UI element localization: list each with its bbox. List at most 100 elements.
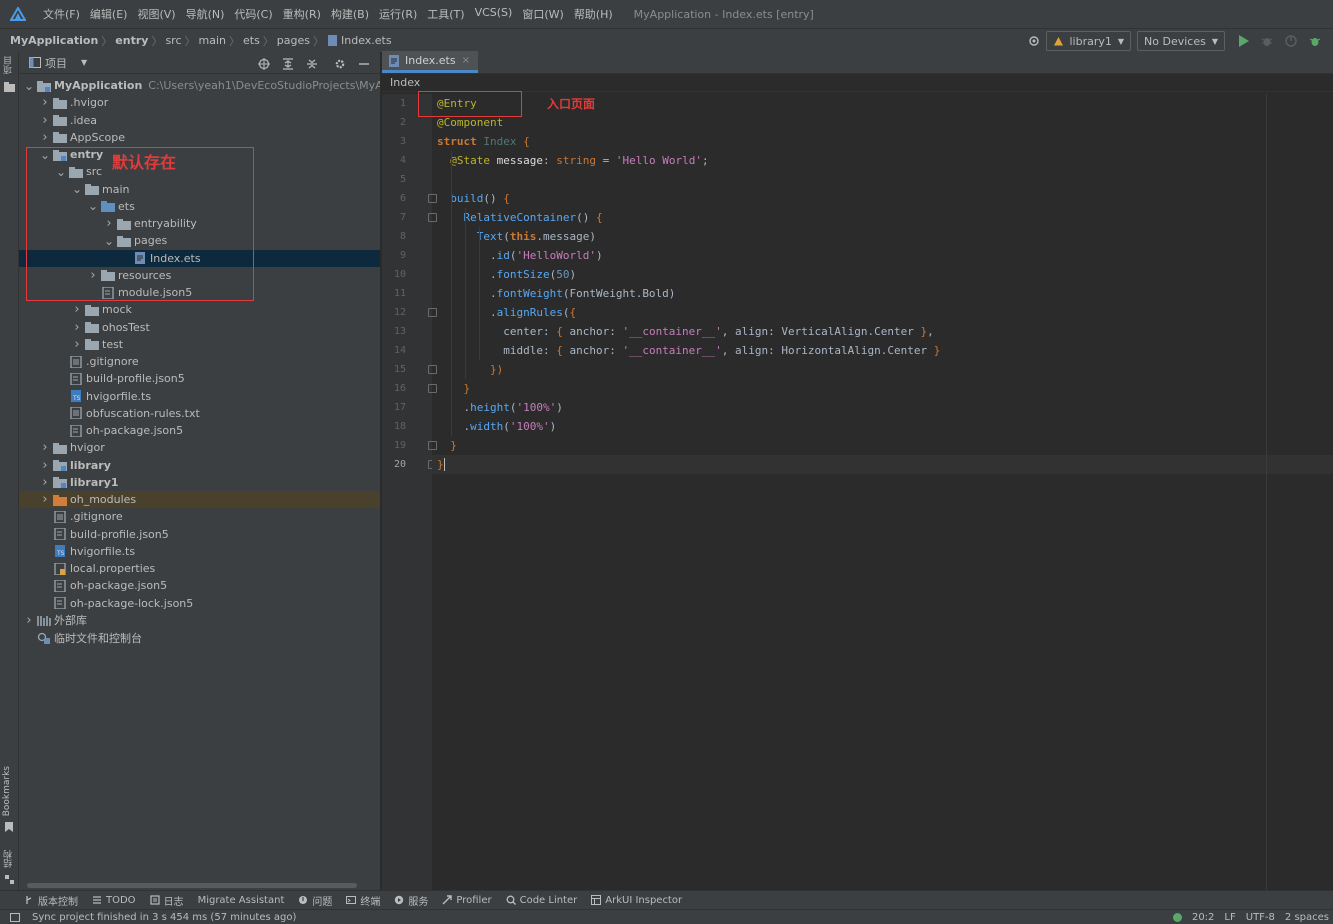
breadcrumb-item[interactable]: MyApplication (10, 34, 98, 47)
close-icon[interactable]: × (462, 55, 470, 66)
tree-item[interactable]: oh-package.json5 (19, 577, 380, 594)
code-line[interactable]: . height('100%') (432, 398, 1333, 417)
breadcrumb-item[interactable]: ets (243, 34, 260, 47)
tree-item[interactable]: › library1 (19, 474, 380, 491)
code-area[interactable]: @Entry @Component struct Index { @State me… (432, 94, 1333, 890)
breadcrumb-item[interactable]: main (199, 34, 226, 47)
tree-item[interactable]: .gitignore (19, 508, 380, 525)
profile-icon[interactable] (1281, 31, 1301, 51)
code-line[interactable]: center: { anchor: '__container__', align… (432, 322, 1333, 341)
code-line[interactable]: RelativeContainer() { (432, 208, 1333, 227)
bottom-tool-button[interactable]: Code Linter (506, 895, 577, 906)
toggle-panels-icon[interactable] (10, 913, 20, 922)
code-line[interactable]: build() { (432, 189, 1333, 208)
line-separator[interactable]: LF (1224, 912, 1235, 923)
breadcrumb-item[interactable]: entry (115, 34, 148, 47)
attach-debugger-icon[interactable] (1305, 31, 1325, 51)
file-encoding[interactable]: UTF-8 (1246, 912, 1275, 923)
tree-item[interactable]: oh-package.json5 (19, 422, 380, 439)
tree-item[interactable]: .gitignore (19, 353, 380, 370)
tree-item[interactable]: › AppScope (19, 129, 380, 146)
tree-item[interactable]: TS hvigorfile.ts (19, 543, 380, 560)
chevron-down-icon[interactable]: ▼ (81, 58, 87, 67)
menu-item[interactable]: 编辑(E) (85, 6, 133, 22)
collapse-all-icon[interactable] (302, 54, 322, 74)
tree-item[interactable]: local.properties (19, 560, 380, 577)
chevron-right-icon[interactable]: › (71, 337, 83, 352)
bottom-tool-button[interactable]: 终端 (346, 893, 380, 908)
code-line[interactable]: . fontWeight (FontWeight.Bold) (432, 284, 1333, 303)
gear-icon[interactable] (330, 54, 350, 74)
tree-item[interactable]: › mock (19, 301, 380, 318)
breadcrumb-item[interactable]: src (165, 34, 181, 47)
code-line[interactable]: } (432, 436, 1333, 455)
locate-icon[interactable] (1024, 31, 1044, 51)
chevron-right-icon[interactable]: › (23, 613, 35, 628)
device-selector[interactable]: No Devices ▼ (1137, 31, 1225, 51)
code-line[interactable]: . alignRules({ (432, 303, 1333, 322)
tree-item[interactable]: › test (19, 336, 380, 353)
menu-item[interactable]: 窗口(W) (517, 6, 568, 22)
breadcrumb-item[interactable]: pages (277, 34, 310, 47)
chevron-right-icon[interactable]: › (39, 475, 51, 490)
tree-item[interactable]: › library (19, 457, 380, 474)
tree-item[interactable]: › .hvigor (19, 94, 380, 111)
chevron-down-icon[interactable]: ⌄ (23, 80, 35, 92)
code-line[interactable]: } (432, 455, 1333, 474)
menu-item[interactable]: 导航(N) (181, 6, 230, 22)
hide-panel-icon[interactable] (354, 54, 374, 74)
chevron-right-icon[interactable]: › (39, 95, 51, 110)
menu-item[interactable]: 代码(C) (229, 6, 277, 22)
bottom-tool-button[interactable]: ArkUI Inspector (591, 895, 682, 906)
editor-breadcrumb-item[interactable]: Index (390, 76, 420, 89)
menu-item[interactable]: 重构(R) (278, 6, 326, 22)
structure-tool-tab[interactable]: 结构 (2, 850, 15, 868)
menu-item[interactable]: VCS(S) (470, 6, 518, 22)
tree-item[interactable]: build-profile.json5 (19, 526, 380, 543)
chevron-right-icon[interactable]: › (71, 320, 83, 335)
expand-all-icon[interactable] (278, 54, 298, 74)
editor-tab-index-ets[interactable]: Index.ets × (382, 51, 478, 73)
menu-item[interactable]: 文件(F) (38, 6, 85, 22)
bookmarks-tool-tab[interactable]: Bookmarks (2, 766, 12, 816)
tree-item[interactable]: › oh_modules (19, 491, 380, 508)
tree-item[interactable]: › hvigor (19, 439, 380, 456)
menu-item[interactable]: 视图(V) (132, 6, 180, 22)
chevron-right-icon[interactable]: › (39, 440, 51, 455)
code-line[interactable]: @Component (432, 113, 1333, 132)
chevron-right-icon[interactable]: › (39, 458, 51, 473)
indent-setting[interactable]: 2 spaces (1285, 912, 1329, 923)
code-line[interactable] (432, 170, 1333, 189)
select-opened-file-icon[interactable] (254, 54, 274, 74)
bottom-tool-button[interactable]: TODO (92, 895, 136, 906)
module-selector[interactable]: library1 ▼ (1046, 31, 1132, 51)
horizontal-scrollbar[interactable] (27, 883, 357, 888)
bottom-tool-button[interactable]: Migrate Assistant (198, 895, 285, 906)
tree-item[interactable]: oh-package-lock.json5 (19, 595, 380, 612)
bottom-tool-button[interactable]: 问题 (298, 893, 332, 908)
bottom-tool-button[interactable]: 版本控制 (24, 893, 78, 908)
project-tool-tab[interactable]: 项目 (2, 56, 15, 74)
tree-item[interactable]: › ohosTest (19, 319, 380, 336)
breadcrumb-item[interactable]: Index.ets (327, 34, 392, 47)
run-icon[interactable] (1233, 31, 1253, 51)
tree-item[interactable]: › 外部库 (19, 612, 380, 629)
code-line[interactable]: . fontSize(50) (432, 265, 1333, 284)
tree-item[interactable]: TS hvigorfile.ts (19, 388, 380, 405)
menu-item[interactable]: 帮助(H) (569, 6, 618, 22)
bottom-tool-button[interactable]: 服务 (394, 893, 428, 908)
tree-item[interactable]: › .idea (19, 112, 380, 129)
code-line[interactable]: Text(this .message) (432, 227, 1333, 246)
bottom-tool-button[interactable]: Profiler (442, 895, 492, 906)
tree-item[interactable]: 临时文件和控制台 (19, 629, 380, 646)
tree-item[interactable]: obfuscation-rules.txt (19, 405, 380, 422)
tree-item[interactable]: ⌄ MyApplication C:\Users\yeah1\DevEcoStudi… (19, 77, 380, 94)
code-line[interactable]: }) (432, 360, 1333, 379)
menu-item[interactable]: 构建(B) (326, 6, 374, 22)
menu-item[interactable]: 运行(R) (374, 6, 422, 22)
chevron-right-icon[interactable]: › (71, 302, 83, 317)
chevron-right-icon[interactable]: › (39, 113, 51, 128)
menu-item[interactable]: 工具(T) (422, 6, 469, 22)
code-line[interactable]: . id('HelloWorld') (432, 246, 1333, 265)
chevron-right-icon[interactable]: › (39, 492, 51, 507)
